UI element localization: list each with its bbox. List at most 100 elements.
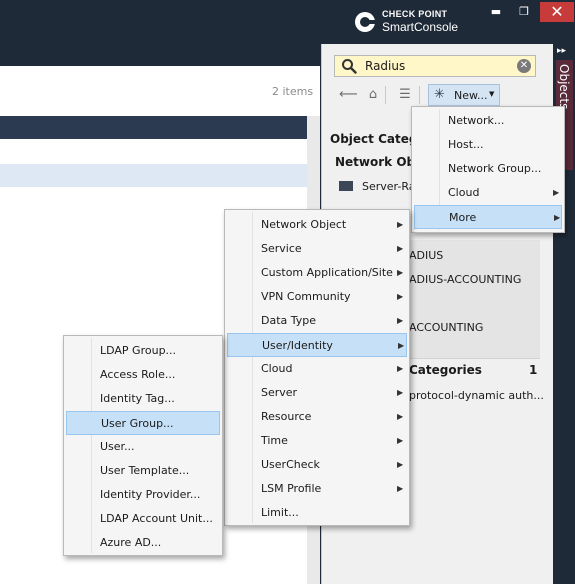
categories-count: 1 <box>529 363 538 377</box>
menu-item-host[interactable]: Host... <box>414 133 562 157</box>
menu-item-ldap-account-unit[interactable]: LDAP Account Unit... <box>66 507 220 531</box>
menu-item-label: User... <box>100 440 135 453</box>
checkpoint-logo-icon <box>355 12 376 32</box>
search-input[interactable] <box>365 59 515 73</box>
menu-item-label: Network Group... <box>448 162 542 175</box>
menu-item-label: Cloud <box>261 362 293 375</box>
chevron-right-icon: ▶ <box>397 412 404 421</box>
menu-item-vpn-community[interactable]: VPN Community ▶ <box>227 285 407 309</box>
list-view-icon[interactable]: ☰ <box>396 86 414 104</box>
menu-item-label: Service <box>261 242 302 255</box>
brand-bottom-text: SmartConsole <box>382 20 459 34</box>
user-identity-submenu: LDAP Group... Access Role... Identity Tag.… <box>63 335 223 556</box>
chevron-down-icon: ▼ <box>489 90 495 98</box>
list-item[interactable]: ACCOUNTING <box>409 321 483 334</box>
chevron-right-icon: ▶ <box>397 244 404 253</box>
chevron-right-icon: ▶ <box>554 213 561 222</box>
menu-item-server[interactable]: Server ▶ <box>227 381 407 405</box>
close-button[interactable]: ✕ <box>540 2 574 22</box>
menu-item-time[interactable]: Time ▶ <box>227 429 407 453</box>
chevron-right-icon: ▶ <box>397 364 404 373</box>
clear-search-icon[interactable]: ✕ <box>517 59 531 73</box>
menu-item-label: Time <box>261 434 288 447</box>
menu-item-label: Identity Provider... <box>100 488 201 501</box>
more-submenu: Network Object ▶ Service ▶ Custom Applicatio… <box>224 209 410 526</box>
menu-item-lsm-profile[interactable]: LSM Profile ▶ <box>227 477 407 501</box>
expand-arrow-icon[interactable]: ▸▸ <box>557 46 566 56</box>
menu-item-resource[interactable]: Resource ▶ <box>227 405 407 429</box>
app-brand: CHECK POINT SmartConsole <box>354 7 464 37</box>
menu-item-service[interactable]: Service ▶ <box>227 237 407 261</box>
menu-item-limit[interactable]: Limit... <box>227 501 407 525</box>
server-icon <box>339 181 353 191</box>
chevron-right-icon: ▶ <box>397 484 404 493</box>
search-icon <box>342 59 357 74</box>
list-item[interactable]: ADIUS <box>409 249 443 262</box>
menu-item-label: Custom Application/Site <box>261 266 393 279</box>
menu-item-usercheck[interactable]: UserCheck ▶ <box>227 453 407 477</box>
menu-item-cloud[interactable]: Cloud ▶ <box>227 357 407 381</box>
menu-item-label: User Group... <box>101 417 174 430</box>
menu-item-label: LDAP Group... <box>100 344 177 357</box>
menu-item-data-type[interactable]: Data Type ▶ <box>227 309 407 333</box>
menu-item-label: Data Type <box>261 314 317 327</box>
menu-item-label: Host... <box>448 138 484 151</box>
menu-item-label: VPN Community <box>261 290 351 303</box>
menu-item-ldap-group[interactable]: LDAP Group... <box>66 339 220 363</box>
menu-item-more[interactable]: More ▶ <box>414 205 562 229</box>
menu-item-label: Network... <box>448 114 505 127</box>
chevron-right-icon: ▶ <box>397 436 404 445</box>
star-icon: ✳ <box>434 87 445 102</box>
menu-item-identity-provider[interactable]: Identity Provider... <box>66 483 220 507</box>
chevron-right-icon: ▶ <box>397 268 404 277</box>
menu-item-label: LDAP Account Unit... <box>100 512 213 525</box>
toolbar-divider <box>385 86 386 104</box>
menu-item-network-object[interactable]: Network Object ▶ <box>227 213 407 237</box>
home-icon[interactable]: ⌂ <box>364 86 382 104</box>
menu-item-label: Resource <box>261 410 312 423</box>
menu-item-access-role[interactable]: Access Role... <box>66 363 220 387</box>
list-item[interactable]: protocol-dynamic auth... <box>409 389 544 402</box>
objects-side-tab-label: Objects <box>557 64 571 110</box>
menu-item-network-group[interactable]: Network Group... <box>414 157 562 181</box>
brand-top-text: CHECK POINT <box>382 9 448 19</box>
menu-item-label: Access Role... <box>100 368 176 381</box>
menu-item-label: Limit... <box>261 506 299 519</box>
restore-button[interactable]: ❐ <box>510 2 538 22</box>
chevron-right-icon: ▶ <box>397 388 404 397</box>
chevron-right-icon: ▶ <box>397 316 404 325</box>
toolbar-divider <box>419 86 420 104</box>
menu-item-user[interactable]: User... <box>66 435 220 459</box>
minimize-button[interactable]: ▬ <box>482 2 510 22</box>
back-arrow-icon[interactable]: ⟵ <box>339 86 358 104</box>
menu-item-user-template[interactable]: User Template... <box>66 459 220 483</box>
menu-item-network[interactable]: Network... <box>414 109 562 133</box>
menu-item-cloud[interactable]: Cloud ▶ <box>414 181 562 205</box>
chevron-right-icon: ▶ <box>397 460 404 469</box>
menu-item-label: Identity Tag... <box>100 392 175 405</box>
table-header <box>0 116 307 139</box>
items-count: 2 items <box>272 85 314 98</box>
categories-heading[interactable]: Categories <box>409 363 482 377</box>
chevron-right-icon: ▶ <box>553 188 560 197</box>
menu-item-identity-tag[interactable]: Identity Tag... <box>66 387 220 411</box>
menu-item-label: Server <box>261 386 298 399</box>
server-item[interactable]: Server-Ra <box>362 180 415 193</box>
table-row[interactable] <box>0 164 307 187</box>
new-button-label: New... <box>454 89 488 102</box>
menu-item-label: Azure AD... <box>100 536 162 549</box>
menu-item-azure-ad[interactable]: Azure AD... <box>66 531 220 555</box>
chevron-right-icon: ▶ <box>397 220 404 229</box>
menu-item-label: More <box>449 211 477 224</box>
chevron-right-icon: ▶ <box>397 292 404 301</box>
menu-item-label: Network Object <box>261 218 347 231</box>
menu-item-label: LSM Profile <box>261 482 322 495</box>
list-item[interactable]: ADIUS-ACCOUNTING <box>409 273 521 286</box>
menu-item-label: User/Identity <box>262 339 333 352</box>
menu-item-user-identity[interactable]: User/Identity ▶ <box>227 333 407 357</box>
menu-item-user-group[interactable]: User Group... <box>66 411 220 435</box>
chevron-right-icon: ▶ <box>398 341 405 350</box>
new-object-button[interactable]: ✳ New... ▼ <box>428 84 500 106</box>
menu-item-custom-application-site[interactable]: Custom Application/Site ▶ <box>227 261 407 285</box>
menu-item-label: Cloud <box>448 186 480 199</box>
